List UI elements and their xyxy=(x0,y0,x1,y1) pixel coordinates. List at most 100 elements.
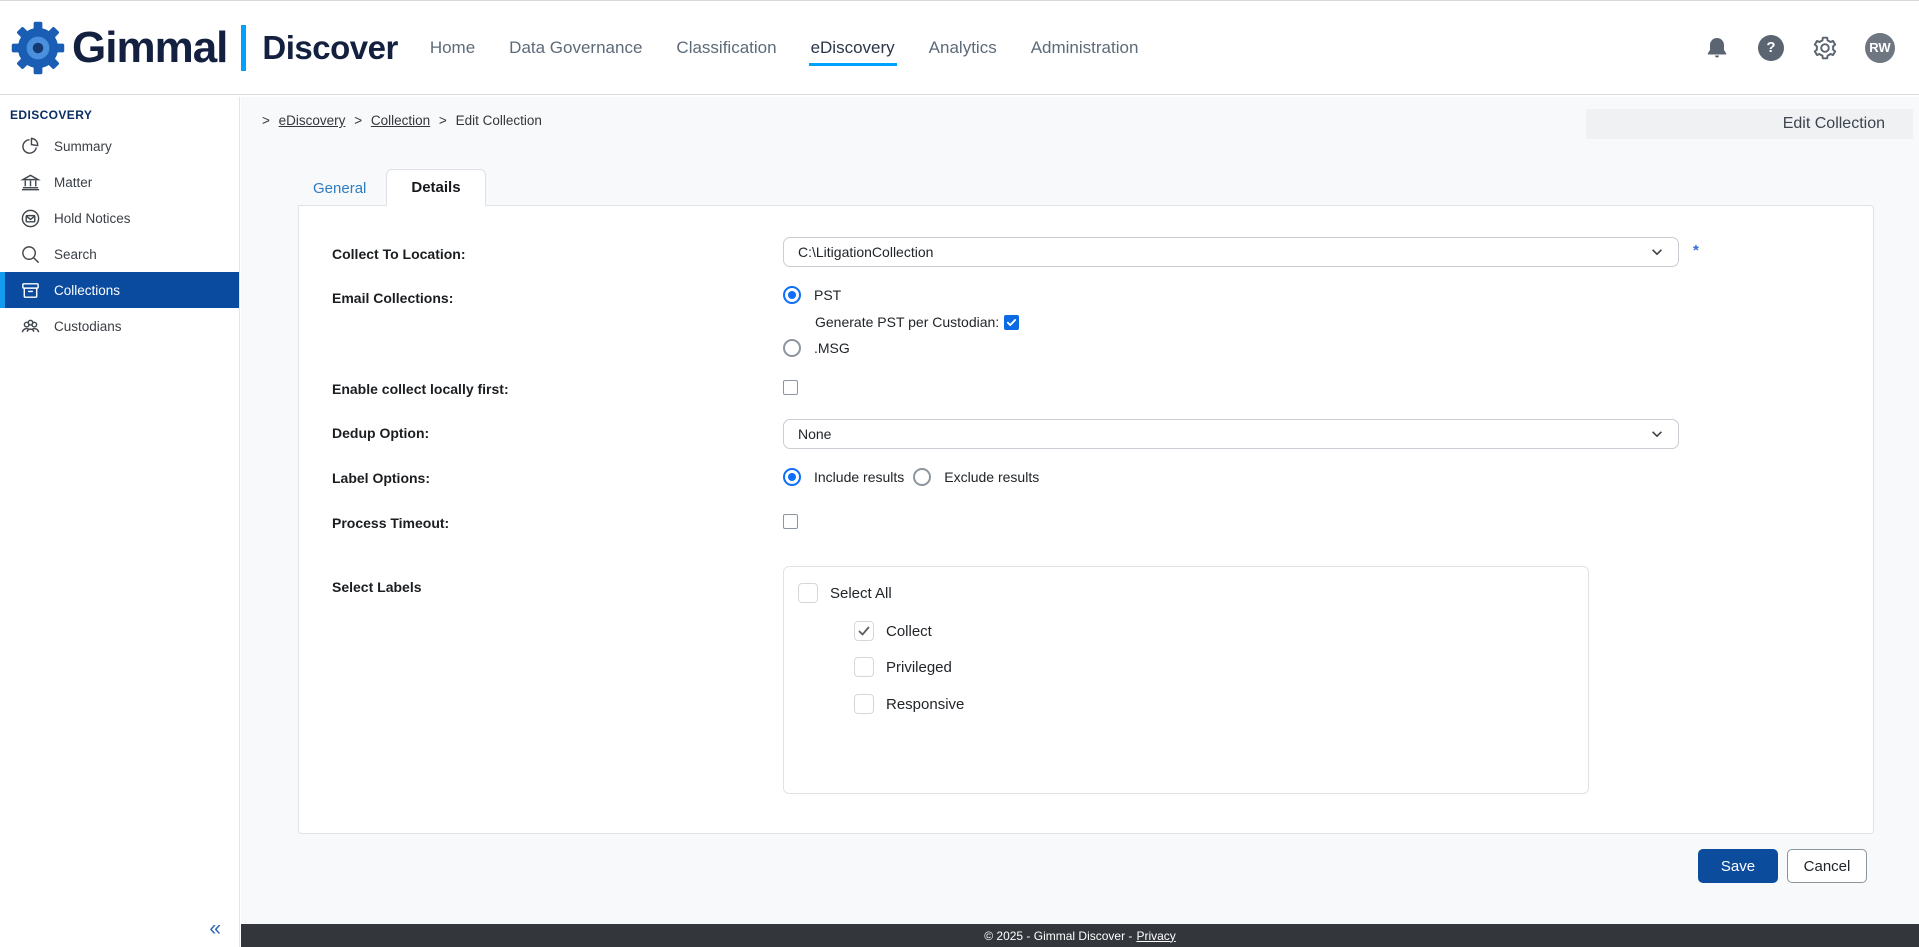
chevron-down-icon xyxy=(1650,427,1664,441)
top-nav: Home Data Governance Classification eDis… xyxy=(428,30,1141,66)
nav-classification[interactable]: Classification xyxy=(674,30,778,66)
help-icon[interactable]: ? xyxy=(1757,34,1785,62)
archive-box-icon xyxy=(20,280,41,301)
sidebar-item-label: Custodians xyxy=(54,319,122,334)
footer: © 2025 - Gimmal Discover - Privacy xyxy=(241,924,1919,947)
chevron-down-icon xyxy=(1650,245,1664,259)
sidebar-section-title: EDISCOVERY xyxy=(0,97,239,128)
notifications-bell-icon[interactable] xyxy=(1703,34,1731,62)
generate-pst-checkbox[interactable] xyxy=(1004,315,1019,330)
brand-name: Gimmal xyxy=(72,23,227,73)
page-title: Edit Collection xyxy=(1586,109,1913,139)
save-button[interactable]: Save xyxy=(1698,849,1778,883)
email-option-msg[interactable]: .MSG xyxy=(783,339,850,357)
radio-include-results-label: Include results xyxy=(814,469,904,485)
main-content: > eDiscovery > Collection > Edit Collect… xyxy=(241,97,1919,947)
email-option-pst[interactable]: PST xyxy=(783,286,841,304)
user-avatar[interactable]: RW xyxy=(1865,33,1895,63)
label-item-text: Responsive xyxy=(886,696,964,713)
sidebar-item-summary[interactable]: Summary xyxy=(0,128,239,164)
select-labels-label: Select Labels xyxy=(332,579,422,595)
breadcrumb-prefix: > xyxy=(262,113,270,128)
sidebar-item-label: Summary xyxy=(54,139,112,154)
select-labels-panel: Select All Collect Privileged Responsive xyxy=(783,566,1589,794)
dedup-option-value: None xyxy=(798,426,831,442)
enable-collect-locally-label: Enable collect locally first: xyxy=(332,381,509,397)
check-icon xyxy=(857,624,871,638)
sidebar: EDISCOVERY Summary Matter Hold Notices S… xyxy=(0,97,240,947)
sidebar-collapse-button[interactable]: « xyxy=(209,917,221,941)
required-asterisk: * xyxy=(1693,242,1699,259)
generate-pst-per-custodian-row: Generate PST per Custodian: xyxy=(815,314,1019,330)
nav-analytics[interactable]: Analytics xyxy=(927,30,999,66)
sidebar-item-collections[interactable]: Collections xyxy=(0,272,239,308)
radio-exclude-results[interactable] xyxy=(913,468,931,486)
bank-icon xyxy=(20,172,41,193)
tab-general[interactable]: General xyxy=(301,171,378,206)
sidebar-item-hold-notices[interactable]: Hold Notices xyxy=(0,200,239,236)
nav-home[interactable]: Home xyxy=(428,30,477,66)
label-options-label: Label Options: xyxy=(332,470,430,486)
email-collections-label: Email Collections: xyxy=(332,290,453,306)
label-item-privileged[interactable]: Privileged xyxy=(854,657,952,677)
dedup-option-select[interactable]: None xyxy=(783,419,1679,449)
process-timeout-label: Process Timeout: xyxy=(332,515,449,531)
enable-collect-locally-checkbox[interactable] xyxy=(783,380,798,395)
label-item-text: Collect xyxy=(886,623,932,640)
radio-pst[interactable] xyxy=(783,286,801,304)
breadcrumb: > eDiscovery > Collection > Edit Collect… xyxy=(257,113,542,128)
sidebar-item-label: Search xyxy=(54,247,97,262)
pie-chart-icon xyxy=(20,136,41,157)
tab-bar: General Details xyxy=(301,170,486,206)
collect-to-location-value: C:\LitigationCollection xyxy=(798,244,933,260)
label-item-collect[interactable]: Collect xyxy=(854,621,932,641)
app-logo[interactable]: Gimmal Discover xyxy=(10,20,398,76)
envelope-circle-icon xyxy=(20,208,41,229)
brand-separator xyxy=(241,25,246,71)
product-name: Discover xyxy=(262,29,397,67)
label-options-row: Include results Exclude results xyxy=(783,468,1039,486)
collect-checkbox[interactable] xyxy=(854,621,874,641)
footer-copyright: © 2025 - Gimmal Discover - xyxy=(984,929,1132,943)
top-actions: ? RW xyxy=(1703,33,1895,63)
collect-to-location-label: Collect To Location: xyxy=(332,246,466,262)
sidebar-item-label: Matter xyxy=(54,175,92,190)
breadcrumb-separator: > xyxy=(354,113,362,128)
radio-msg[interactable] xyxy=(783,339,801,357)
select-all-checkbox[interactable] xyxy=(798,583,818,603)
check-icon xyxy=(1006,317,1017,328)
top-bar: Gimmal Discover Home Data Governance Cla… xyxy=(0,0,1919,95)
privileged-checkbox[interactable] xyxy=(854,657,874,677)
tab-details[interactable]: Details xyxy=(386,169,485,206)
sidebar-item-matter[interactable]: Matter xyxy=(0,164,239,200)
gimmal-gear-logo-icon xyxy=(10,20,66,76)
nav-ediscovery[interactable]: eDiscovery xyxy=(809,30,897,66)
label-item-responsive[interactable]: Responsive xyxy=(854,694,964,714)
sidebar-item-custodians[interactable]: Custodians xyxy=(0,308,239,344)
settings-gear-icon[interactable] xyxy=(1811,34,1839,62)
cancel-button[interactable]: Cancel xyxy=(1787,849,1867,883)
process-timeout-checkbox[interactable] xyxy=(783,514,798,529)
breadcrumb-link-ediscovery[interactable]: eDiscovery xyxy=(279,113,346,128)
breadcrumb-link-collection[interactable]: Collection xyxy=(371,113,430,128)
label-item-text: Privileged xyxy=(886,659,952,676)
sidebar-item-search[interactable]: Search xyxy=(0,236,239,272)
people-icon xyxy=(20,316,41,337)
footer-privacy-link[interactable]: Privacy xyxy=(1136,929,1175,943)
radio-exclude-results-label: Exclude results xyxy=(944,469,1039,485)
dedup-option-label: Dedup Option: xyxy=(332,425,429,441)
select-all-row[interactable]: Select All xyxy=(798,583,892,603)
responsive-checkbox[interactable] xyxy=(854,694,874,714)
radio-pst-label: PST xyxy=(814,287,841,303)
generate-pst-label: Generate PST per Custodian: xyxy=(815,314,999,330)
sidebar-item-label: Hold Notices xyxy=(54,211,131,226)
nav-data-governance[interactable]: Data Governance xyxy=(507,30,644,66)
collect-to-location-select[interactable]: C:\LitigationCollection xyxy=(783,237,1679,267)
radio-msg-label: .MSG xyxy=(814,340,850,356)
search-icon xyxy=(20,244,41,265)
radio-include-results[interactable] xyxy=(783,468,801,486)
breadcrumb-current: Edit Collection xyxy=(456,113,542,128)
nav-administration[interactable]: Administration xyxy=(1029,30,1141,66)
details-form-card: Collect To Location: C:\LitigationCollec… xyxy=(298,205,1874,834)
breadcrumb-separator: > xyxy=(439,113,447,128)
